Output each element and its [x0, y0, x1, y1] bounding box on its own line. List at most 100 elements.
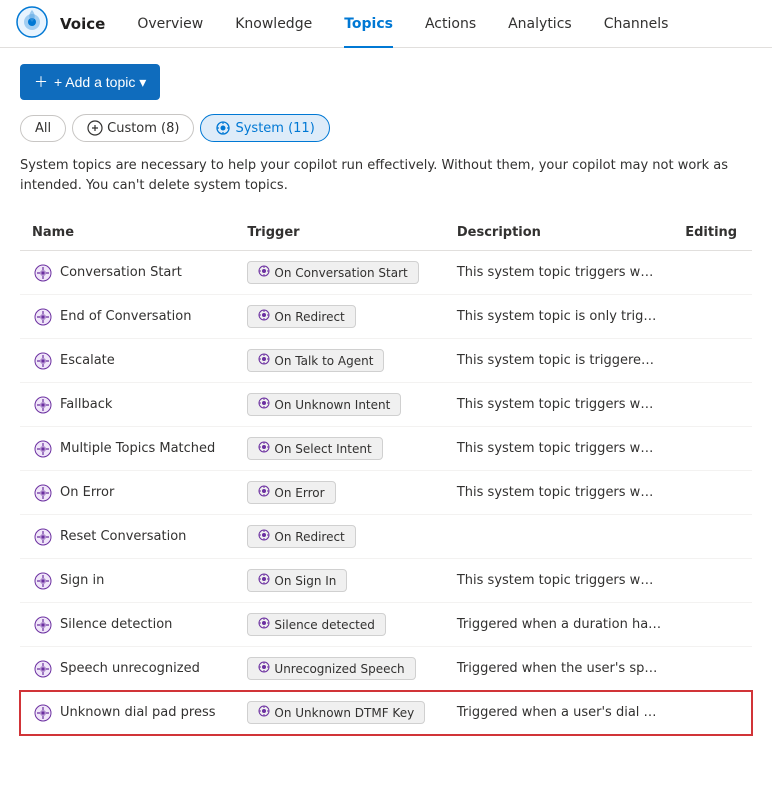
- col-header-name: Name: [20, 215, 235, 251]
- content-area: ＋ + Add a topic ▾ All Custom (8) System …: [0, 48, 772, 751]
- trigger-badge-icon: [258, 529, 270, 544]
- table-row[interactable]: Multiple Topics Matched On Select Intent…: [20, 427, 752, 471]
- system-tab-icon: [215, 120, 231, 136]
- name-cell: End of Conversation: [20, 295, 235, 339]
- table-row[interactable]: Speech unrecognized Unrecognized Speech …: [20, 647, 752, 691]
- editing-cell: [673, 691, 752, 735]
- trigger-label: On Talk to Agent: [274, 354, 373, 368]
- name-cell: Conversation Start: [20, 251, 235, 295]
- custom-tab-icon: [87, 120, 103, 136]
- description-cell: [445, 515, 673, 559]
- topic-name: Reset Conversation: [60, 529, 186, 544]
- trigger-cell: On Unknown DTMF Key: [235, 691, 444, 735]
- table-row[interactable]: Fallback On Unknown Intent This system t…: [20, 383, 752, 427]
- topic-name: Fallback: [60, 397, 112, 412]
- topic-name: On Error: [60, 485, 114, 500]
- description-cell: Triggered when a duration has passe...: [445, 603, 673, 647]
- name-cell: Reset Conversation: [20, 515, 235, 559]
- description-cell: This system topic triggers when the b...: [445, 471, 673, 515]
- table-row[interactable]: Escalate On Talk to Agent This system to…: [20, 339, 752, 383]
- table-row[interactable]: Reset Conversation On Redirect: [20, 515, 752, 559]
- trigger-badge-icon: [258, 485, 270, 500]
- editing-cell: [673, 559, 752, 603]
- trigger-label: Silence detected: [274, 618, 374, 632]
- filter-all[interactable]: All: [20, 115, 66, 142]
- filter-tabs: All Custom (8) System (11): [20, 114, 752, 142]
- table-row[interactable]: Conversation Start On Conversation Start…: [20, 251, 752, 295]
- nav-analytics[interactable]: Analytics: [496, 0, 584, 48]
- name-cell: Unknown dial pad press: [20, 691, 235, 735]
- editing-cell: [673, 471, 752, 515]
- description-cell: This system topic triggers when the b...: [445, 251, 673, 295]
- trigger-cell: On Redirect: [235, 295, 444, 339]
- topic-icon: [32, 614, 54, 636]
- trigger-badge-icon: [258, 441, 270, 456]
- description-cell: This system topic is triggered when t...: [445, 339, 673, 383]
- table-row[interactable]: On Error On Error This system topic trig…: [20, 471, 752, 515]
- nav-overview[interactable]: Overview: [125, 0, 215, 48]
- trigger-label: On Redirect: [274, 310, 344, 324]
- nav-channels[interactable]: Channels: [592, 0, 681, 48]
- trigger-cell: On Sign In: [235, 559, 444, 603]
- trigger-badge-icon: [258, 265, 270, 280]
- trigger-badge: On Talk to Agent: [247, 349, 384, 372]
- trigger-label: On Unknown Intent: [274, 398, 390, 412]
- trigger-label: On Sign In: [274, 574, 336, 588]
- name-cell: Multiple Topics Matched: [20, 427, 235, 471]
- app-title: Voice: [60, 15, 105, 33]
- editing-cell: [673, 339, 752, 383]
- trigger-cell: On Conversation Start: [235, 251, 444, 295]
- trigger-badge: On Redirect: [247, 305, 355, 328]
- trigger-cell: On Redirect: [235, 515, 444, 559]
- editing-cell: [673, 515, 752, 559]
- editing-cell: [673, 647, 752, 691]
- table-row[interactable]: Sign in On Sign In This system topic tri…: [20, 559, 752, 603]
- info-text: System topics are necessary to help your…: [20, 156, 752, 195]
- topic-name: End of Conversation: [60, 309, 191, 324]
- topic-icon: [32, 658, 54, 680]
- filter-system[interactable]: System (11): [200, 114, 329, 142]
- trigger-badge-icon: [258, 397, 270, 412]
- trigger-badge: On Unknown DTMF Key: [247, 701, 425, 724]
- topic-icon: [32, 526, 54, 548]
- trigger-badge: On Unknown Intent: [247, 393, 401, 416]
- description-cell: This system topic triggers when the u...: [445, 383, 673, 427]
- description-cell: This system topic is only triggered by .…: [445, 295, 673, 339]
- trigger-badge-icon: [258, 353, 270, 368]
- trigger-badge: On Conversation Start: [247, 261, 418, 284]
- topic-icon: [32, 570, 54, 592]
- topic-icon: [32, 306, 54, 328]
- trigger-badge-icon: [258, 617, 270, 632]
- nav-topics[interactable]: Topics: [332, 0, 405, 48]
- topic-icon: [32, 702, 54, 724]
- topic-name: Escalate: [60, 353, 115, 368]
- trigger-badge: On Sign In: [247, 569, 347, 592]
- editing-cell: [673, 295, 752, 339]
- trigger-badge-icon: [258, 705, 270, 720]
- table-header-row: Name Trigger Description Editing: [20, 215, 752, 251]
- name-cell: Speech unrecognized: [20, 647, 235, 691]
- table-row[interactable]: Unknown dial pad press On Unknown DTMF K…: [20, 691, 752, 735]
- topic-name: Sign in: [60, 573, 104, 588]
- name-cell: On Error: [20, 471, 235, 515]
- trigger-label: On Redirect: [274, 530, 344, 544]
- trigger-cell: On Error: [235, 471, 444, 515]
- col-header-description: Description: [445, 215, 673, 251]
- app-logo: [16, 6, 52, 42]
- add-topic-button[interactable]: ＋ + Add a topic ▾: [20, 64, 160, 100]
- topic-name: Silence detection: [60, 617, 172, 632]
- trigger-label: On Error: [274, 486, 324, 500]
- trigger-label: On Unknown DTMF Key: [274, 706, 414, 720]
- trigger-cell: On Select Intent: [235, 427, 444, 471]
- nav-knowledge[interactable]: Knowledge: [223, 0, 324, 48]
- filter-custom[interactable]: Custom (8): [72, 114, 194, 142]
- trigger-badge: Silence detected: [247, 613, 385, 636]
- topic-icon: [32, 482, 54, 504]
- topic-icon: [32, 350, 54, 372]
- topic-name: Unknown dial pad press: [60, 705, 216, 720]
- nav-actions[interactable]: Actions: [413, 0, 488, 48]
- name-cell: Silence detection: [20, 603, 235, 647]
- table-row[interactable]: End of Conversation On Redirect This sys…: [20, 295, 752, 339]
- table-row[interactable]: Silence detection Silence detected Trigg…: [20, 603, 752, 647]
- trigger-badge: On Error: [247, 481, 335, 504]
